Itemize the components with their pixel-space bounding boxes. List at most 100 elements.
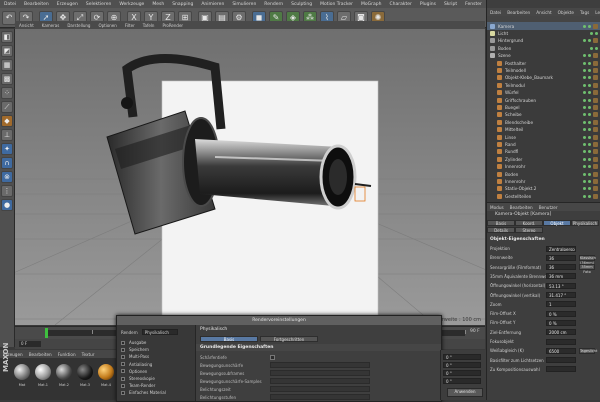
- visibility-flags[interactable]: [571, 172, 593, 176]
- tab-objekt[interactable]: Objekt: [543, 220, 571, 226]
- render-dot-icon[interactable]: [588, 98, 591, 102]
- material-tag-icon[interactable]: [593, 112, 598, 118]
- render-settings-item[interactable]: Einfaches Material: [121, 389, 193, 396]
- coord-field-3[interactable]: 0 °: [443, 370, 481, 376]
- material-tag-icon[interactable]: [593, 82, 598, 88]
- material-swatch[interactable]: [98, 364, 114, 380]
- checkbox-icon[interactable]: [121, 383, 125, 388]
- visibility-dot-icon[interactable]: [583, 179, 586, 183]
- visibility-flags[interactable]: [571, 98, 593, 102]
- menu-3[interactable]: Selektieren: [82, 2, 115, 7]
- viewport-menu-4[interactable]: Filter: [121, 23, 139, 28]
- material-tag-icon[interactable]: [593, 156, 598, 162]
- render-dot-icon[interactable]: [588, 120, 591, 124]
- edges-mode-icon[interactable]: ⟋: [1, 101, 13, 113]
- visibility-dot-icon[interactable]: [583, 157, 586, 161]
- attribute-value-field[interactable]: 2000 cm: [546, 329, 576, 336]
- visibility-flags[interactable]: [571, 194, 593, 198]
- visibility-dot-icon[interactable]: [583, 135, 586, 139]
- render-setting-field[interactable]: [270, 370, 370, 376]
- visibility-dot-icon[interactable]: [583, 120, 586, 124]
- apply-button[interactable]: Anwenden: [447, 388, 483, 397]
- menu-0[interactable]: Datei: [0, 2, 20, 7]
- visibility-flags[interactable]: [571, 54, 593, 58]
- render-dot-icon[interactable]: [595, 46, 598, 50]
- quantize-icon[interactable]: ⋮: [1, 185, 13, 197]
- material-menu-2[interactable]: Funktion: [55, 352, 79, 357]
- visibility-flags[interactable]: [578, 31, 600, 35]
- object-menu-1[interactable]: Bearbeiten: [504, 10, 533, 15]
- visibility-flags[interactable]: [571, 120, 593, 124]
- dialog-tab-1[interactable]: Fortgeschritten: [260, 336, 318, 342]
- material-tag-icon[interactable]: [593, 60, 598, 66]
- menu-15[interactable]: Skript: [440, 2, 461, 7]
- material-tag-icon[interactable]: [593, 164, 598, 170]
- attribute-menu-0[interactable]: Modus: [487, 205, 507, 210]
- visibility-dot-icon[interactable]: [590, 46, 593, 50]
- material-swatch[interactable]: [35, 364, 51, 380]
- visibility-dot-icon[interactable]: [583, 172, 586, 176]
- attribute-value-field[interactable]: 0 %: [546, 310, 576, 317]
- visibility-flags[interactable]: [571, 113, 593, 117]
- visibility-dot-icon[interactable]: [583, 39, 586, 43]
- material-tag-icon[interactable]: [593, 23, 598, 29]
- render-dot-icon[interactable]: [588, 39, 591, 43]
- object-menu-4[interactable]: Tags: [577, 10, 592, 15]
- checkbox-icon[interactable]: [121, 376, 125, 381]
- visibility-dot-icon[interactable]: [583, 165, 586, 169]
- attribute-value-field[interactable]: 36: [546, 264, 576, 271]
- visibility-dot-icon[interactable]: [583, 24, 586, 28]
- renderer-dropdown[interactable]: Physikalisch: [141, 329, 178, 335]
- attribute-value-field[interactable]: [546, 366, 576, 373]
- menu-14[interactable]: Plugins: [416, 2, 440, 7]
- visibility-flags[interactable]: [571, 187, 593, 191]
- material-tag-icon[interactable]: [593, 38, 598, 44]
- dialog-tab-0[interactable]: Basis: [200, 336, 258, 342]
- material-tag-icon[interactable]: [593, 193, 598, 199]
- render-dot-icon[interactable]: [588, 194, 591, 198]
- material-tag-icon[interactable]: [593, 67, 598, 73]
- material-menu-1[interactable]: Bearbeiten: [26, 352, 55, 357]
- menu-4[interactable]: Werkzeuge: [115, 2, 148, 7]
- visibility-flags[interactable]: [571, 83, 593, 87]
- snap-icon[interactable]: ∩: [1, 157, 13, 169]
- material-tag-icon[interactable]: [593, 127, 598, 133]
- visibility-dot-icon[interactable]: [583, 91, 586, 95]
- undo-icon[interactable]: ↶: [2, 10, 16, 25]
- object-menu-2[interactable]: Ansicht: [533, 10, 554, 15]
- make-editable-icon[interactable]: ◧: [1, 31, 13, 43]
- material-menu-3[interactable]: Textur: [79, 352, 98, 357]
- render-setting-field[interactable]: [270, 394, 370, 400]
- attribute-preset-button[interactable]: 35mm Foto: [579, 264, 595, 274]
- visibility-flags[interactable]: [571, 61, 593, 65]
- visibility-dot-icon[interactable]: [583, 68, 586, 72]
- attribute-menu-2[interactable]: Benutzer: [536, 205, 561, 210]
- visibility-dot-icon[interactable]: [583, 128, 586, 132]
- visibility-dot-icon[interactable]: [583, 105, 586, 109]
- material-tag-icon[interactable]: [593, 119, 598, 125]
- tab-koord.[interactable]: Koord.: [515, 220, 543, 226]
- material-tag-icon[interactable]: [593, 75, 598, 81]
- visibility-flags[interactable]: [578, 46, 600, 50]
- sculpt-icon[interactable]: ●: [1, 199, 13, 211]
- coord-field-1[interactable]: 0 °: [443, 354, 481, 360]
- object-menu-3[interactable]: Objekte: [555, 10, 577, 15]
- menu-7[interactable]: Animieren: [197, 2, 228, 7]
- menu-13[interactable]: Charakter: [385, 2, 415, 7]
- current-frame-field[interactable]: 0 F: [19, 341, 41, 347]
- render-dot-icon[interactable]: [588, 172, 591, 176]
- render-dot-icon[interactable]: [588, 91, 591, 95]
- material-swatch[interactable]: [14, 364, 30, 380]
- points-mode-icon[interactable]: ⁘: [1, 87, 13, 99]
- tab-basis[interactable]: Basis: [487, 220, 515, 226]
- visibility-dot-icon[interactable]: [583, 187, 586, 191]
- material-tag-icon[interactable]: [593, 178, 598, 184]
- enable-axis-icon[interactable]: ⊥: [1, 129, 13, 141]
- render-dot-icon[interactable]: [588, 157, 591, 161]
- material-tag-icon[interactable]: [593, 97, 598, 103]
- checkbox-icon[interactable]: [121, 340, 125, 345]
- attribute-value-field[interactable]: 31.417 °: [546, 292, 576, 298]
- tab-details[interactable]: Details: [487, 227, 515, 233]
- render-dot-icon[interactable]: [588, 187, 591, 191]
- render-setting-checkbox[interactable]: [270, 354, 275, 360]
